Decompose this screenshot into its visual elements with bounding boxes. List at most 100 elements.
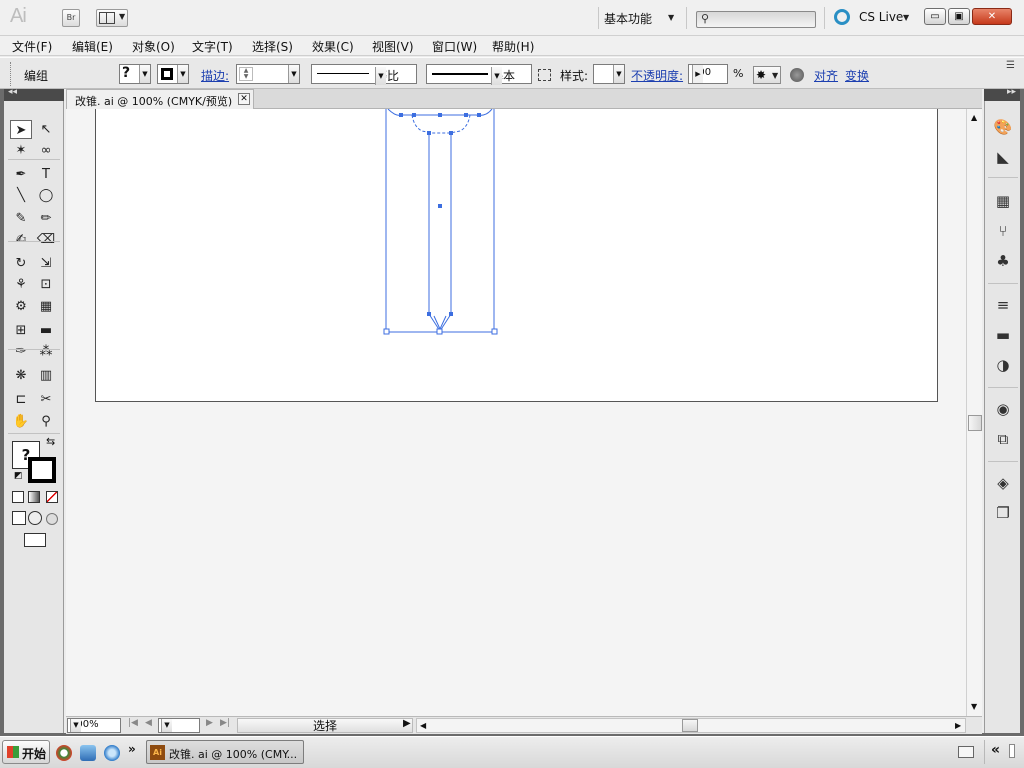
tray-expand-button[interactable]: « xyxy=(984,740,1020,764)
menu-object[interactable]: 对象(O) xyxy=(132,38,175,55)
bridge-button[interactable]: Br xyxy=(62,9,80,27)
scroll-up-icon[interactable]: ▲ xyxy=(971,113,977,122)
dock-header[interactable]: ▸▸ xyxy=(984,87,1020,101)
zoom-level-dropdown[interactable]: 100% ▼ xyxy=(67,718,121,733)
gradient-mode-icon[interactable] xyxy=(28,491,40,503)
direct-selection-tool[interactable]: ↖ xyxy=(35,120,57,139)
zoom-tool[interactable]: ⚲ xyxy=(35,412,57,431)
none-mode-icon[interactable] xyxy=(46,491,58,503)
warp-tool[interactable]: ⚘ xyxy=(10,275,32,294)
show-desktop-icon[interactable] xyxy=(1009,744,1015,758)
close-tab-icon[interactable]: ✕ xyxy=(238,93,250,105)
artboards-icon[interactable]: ❐ xyxy=(993,503,1013,523)
fill-color-dropdown[interactable]: ? ▼ xyxy=(119,64,151,84)
hand-tool[interactable]: ✋ xyxy=(10,412,32,431)
perspective-grid-tool[interactable]: ▦ xyxy=(35,297,57,316)
menu-select[interactable]: 选择(S) xyxy=(252,38,293,55)
screen-mode-icon[interactable] xyxy=(24,533,46,547)
vertical-scrollbar[interactable]: ▲ ▼ xyxy=(966,109,982,716)
cs-live-menu[interactable]: CS Live ▼ xyxy=(859,10,909,24)
eraser-tool[interactable]: ⌫ xyxy=(35,230,57,249)
opacity-input[interactable]: 100 ▶ xyxy=(688,64,728,84)
artboard-tool[interactable]: ⊏ xyxy=(10,390,32,409)
recolor-wheel-icon[interactable] xyxy=(790,68,804,82)
scroll-left-icon[interactable]: ◀ xyxy=(420,721,426,730)
start-button[interactable]: 开始 xyxy=(2,740,50,764)
symbols-icon[interactable]: ♣ xyxy=(993,251,1013,271)
line-tool[interactable]: ╲ xyxy=(10,186,32,205)
menu-edit[interactable]: 编辑(E) xyxy=(72,38,113,55)
graphic-styles-icon[interactable]: ⧉ xyxy=(993,429,1013,449)
keyboard-icon[interactable] xyxy=(958,746,974,758)
stroke-weight-field[interactable]: ▲ ▼ ▼ xyxy=(236,64,300,84)
previous-artboard-icon[interactable]: ◀ xyxy=(145,718,152,728)
stroke-icon[interactable]: ≡ xyxy=(993,295,1013,315)
brushes-icon[interactable]: ⑂ xyxy=(993,221,1013,241)
stroke-color-dropdown[interactable]: ▼ xyxy=(157,64,189,84)
stroke-swatch[interactable] xyxy=(28,457,56,483)
menu-view[interactable]: 视图(V) xyxy=(372,38,414,55)
blob-brush-tool[interactable]: ✍ xyxy=(10,230,32,249)
paintbrush-tool[interactable]: ✎ xyxy=(10,209,32,228)
column-graph-tool[interactable]: ▥ xyxy=(35,366,57,385)
menu-help[interactable]: 帮助(H) xyxy=(492,38,534,55)
color-guide-icon[interactable]: ◣ xyxy=(993,147,1013,167)
variable-width-profile-dropdown[interactable]: 等比 ▼ xyxy=(311,64,417,85)
scroll-down-icon[interactable]: ▼ xyxy=(971,702,977,711)
pen-tool[interactable]: ✒ xyxy=(10,165,32,184)
mesh-tool[interactable]: ⊞ xyxy=(10,321,32,340)
appearance-icon[interactable]: ◉ xyxy=(993,399,1013,419)
taskbar-item-illustrator[interactable]: Ai 改锥. ai @ 100% (CMY... xyxy=(146,740,304,764)
magic-wand-tool[interactable]: ✶ xyxy=(10,141,32,160)
shape-builder-tool[interactable]: ⚙ xyxy=(10,297,32,316)
transform-bounds-icon[interactable] xyxy=(538,69,551,81)
maximize-button[interactable]: ▣ xyxy=(948,8,970,25)
default-fill-stroke-icon[interactable]: ◩ xyxy=(14,471,23,481)
workspace-switcher[interactable]: 基本功能 ▼ xyxy=(604,10,674,27)
last-artboard-icon[interactable]: ▶| xyxy=(220,718,230,728)
draw-inside-icon[interactable] xyxy=(46,513,58,525)
horizontal-scrollbar[interactable]: ◀ ▶ xyxy=(416,718,966,733)
menu-type[interactable]: 文字(T) xyxy=(192,38,233,55)
color-mode-icon[interactable] xyxy=(12,491,24,503)
menu-window[interactable]: 窗口(W) xyxy=(432,38,477,55)
selection-tool[interactable]: ➤ xyxy=(10,120,32,139)
next-artboard-icon[interactable]: ▶ xyxy=(206,718,213,728)
selected-artwork[interactable] xyxy=(66,109,966,716)
gradient-tool[interactable]: ▬ xyxy=(35,321,57,340)
transform-panel-link[interactable]: 变换 xyxy=(845,67,869,84)
close-button[interactable]: ✕ xyxy=(972,8,1012,25)
quick-launch-more[interactable]: » xyxy=(128,742,136,756)
swap-fill-stroke-icon[interactable]: ⇆ xyxy=(46,435,55,448)
blend-tool[interactable]: ⁂ xyxy=(35,342,57,361)
panel-menu-icon[interactable]: ☰ xyxy=(1006,60,1015,71)
document-tab[interactable]: 改锥. ai @ 100% (CMYK/预览) xyxy=(66,89,254,109)
draw-behind-icon[interactable] xyxy=(28,511,42,525)
gradient-icon[interactable]: ▬ xyxy=(993,325,1013,345)
draw-normal-icon[interactable] xyxy=(12,511,26,525)
symbol-sprayer-tool[interactable]: ❋ xyxy=(10,366,32,385)
document-canvas[interactable] xyxy=(66,109,966,716)
lasso-tool[interactable]: ∞ xyxy=(35,141,57,160)
menu-file[interactable]: 文件(F) xyxy=(12,38,52,55)
scale-tool[interactable]: ⇲ xyxy=(35,254,57,273)
explorer-icon[interactable] xyxy=(80,745,96,761)
menu-effect[interactable]: 效果(C) xyxy=(312,38,354,55)
control-bar-grip[interactable] xyxy=(10,62,12,86)
graphic-style-dropdown[interactable]: ▼ xyxy=(593,64,625,84)
recolor-artwork-button[interactable]: ✸ ▼ xyxy=(753,66,781,84)
status-text[interactable]: 选择 xyxy=(237,718,413,733)
ellipse-tool[interactable]: ◯ xyxy=(35,186,57,205)
swatches-icon[interactable]: ▦ xyxy=(993,191,1013,211)
free-transform-tool[interactable]: ⊡ xyxy=(35,275,57,294)
tools-panel-header[interactable]: ◂◂ xyxy=(4,87,64,101)
internet-explorer-icon[interactable] xyxy=(104,745,120,761)
scroll-right-icon[interactable]: ▶ xyxy=(955,721,961,730)
chrome-icon[interactable] xyxy=(56,745,72,761)
stroke-panel-link[interactable]: 描边: xyxy=(201,67,229,84)
transparency-icon[interactable]: ◑ xyxy=(993,355,1013,375)
brush-definition-dropdown[interactable]: 基本 ▼ xyxy=(426,64,532,85)
type-tool[interactable]: T xyxy=(35,165,57,184)
opacity-panel-link[interactable]: 不透明度: xyxy=(631,67,683,84)
horizontal-scroll-thumb[interactable] xyxy=(682,719,698,732)
